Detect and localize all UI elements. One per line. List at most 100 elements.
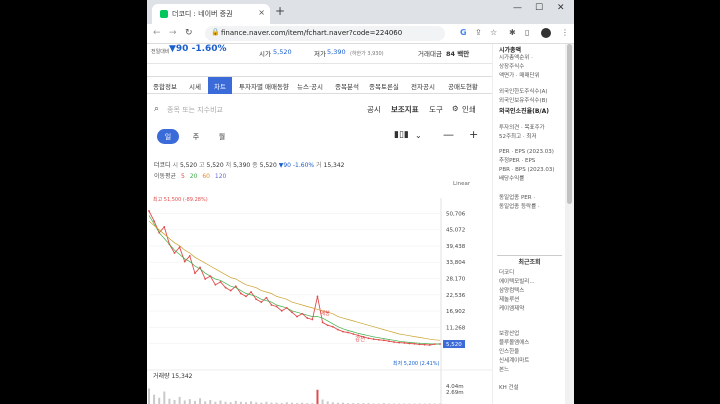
recent-item[interactable]: 제놀루션 (499, 296, 535, 305)
reload-icon[interactable]: ↻ (185, 28, 193, 38)
tab-news[interactable]: 뉴스·공시 (297, 81, 323, 91)
tab-short[interactable]: 공매도현황 (448, 81, 478, 91)
search-icon[interactable]: ⌕ (154, 104, 159, 114)
print-icon[interactable]: ⚙ (452, 104, 459, 113)
price-point (321, 321, 324, 324)
related-item[interactable]: 인스한울 (499, 348, 529, 357)
tab-disclosure[interactable]: 전자공시 (411, 81, 435, 91)
price-point (245, 295, 247, 298)
high-annotation: 최고 51,500 (-89.28%) (153, 196, 208, 203)
print-button[interactable]: 인쇄 (462, 104, 476, 115)
url-box[interactable]: 🔒 finance.naver.com/item/fchart.naver?co… (205, 26, 445, 41)
ma-5: 5 (181, 173, 185, 180)
related-item[interactable]: 블루몰엠에스 (499, 339, 529, 348)
foreign-ratio: 외국인소진율(B/A) (499, 108, 550, 115)
recent-item[interactable]: 케이엠제약 (499, 305, 535, 314)
volume-title: 거래량 15,342 (153, 372, 193, 380)
info-line: 배당수익률 (499, 176, 525, 182)
related-item[interactable]: KH 건설 (499, 384, 519, 393)
candle-type-icon[interactable]: ▮▯▮ (394, 130, 409, 140)
low-annotation: 최저 5,200 (2.41%) (393, 360, 440, 367)
back-icon[interactable]: ← (153, 28, 161, 38)
price-point (336, 328, 339, 331)
price-point (398, 341, 401, 344)
tab-discussion[interactable]: 종목토론실 (369, 81, 399, 91)
price-chart[interactable]: 50,706 45,072 39,438 33,804 28,170 22,536 16,9… (147, 184, 492, 404)
open-label: 시가 (259, 50, 271, 58)
info-line: 추정PER · EPS (499, 158, 536, 164)
scrollbar-thumb[interactable] (567, 44, 572, 204)
recent-views-title: 최근조회 (497, 255, 562, 266)
close-tab-icon[interactable]: × (258, 8, 265, 17)
related-item[interactable]: 신세계이마트 (499, 357, 529, 366)
page-scrollbar[interactable] (565, 44, 574, 404)
buy-signal-label: 매봉 (320, 309, 330, 317)
info-line: 동일업종 PER · (499, 195, 536, 201)
price-bar: 전일대비 ▼90 -1.60% 시가 5,520 저가 5,390 (하한가 3… (147, 44, 492, 64)
price-point (347, 331, 350, 334)
volume-bar (173, 400, 176, 404)
info-line: 상장주식수 (499, 64, 525, 70)
y-tick-label: 50,706 (446, 211, 466, 217)
star-icon[interactable]: ☆ (490, 28, 497, 37)
volume-bar (209, 400, 212, 404)
recent-item[interactable]: 더코디 (499, 269, 535, 278)
minimize-icon[interactable]: — (513, 3, 522, 13)
address-bar: ← → ↻ 🔒 finance.naver.com/item/fchart.na… (147, 24, 574, 44)
y-tick-label: 33,804 (446, 260, 466, 266)
price-point (204, 278, 207, 280)
indicator-button[interactable]: 보조지표 (391, 104, 419, 115)
open-value: 5,520 (273, 48, 292, 56)
extension-icon[interactable]: ✱ (509, 28, 516, 37)
price-point (393, 341, 395, 343)
zoom-in-icon[interactable]: + (469, 128, 478, 141)
volume-bar (321, 399, 324, 404)
price-point (296, 315, 298, 318)
price-point (209, 275, 212, 278)
period-month[interactable]: 월 (211, 129, 233, 144)
period-day[interactable]: 일 (157, 129, 179, 144)
price-point (270, 304, 273, 306)
period-week[interactable]: 주 (185, 129, 207, 144)
tab-price[interactable]: 시세 (189, 81, 201, 91)
close-window-icon[interactable]: ✕ (557, 3, 565, 13)
zoom-out-icon[interactable]: — (443, 128, 454, 141)
tab-investor[interactable]: 투자자별 매매동향 (239, 81, 289, 91)
sidepanel-icon[interactable]: ▯ (525, 28, 529, 37)
price-point (331, 325, 334, 328)
new-tab-icon[interactable]: + (275, 4, 285, 18)
google-icon[interactable]: G (460, 28, 467, 37)
browser-tab[interactable]: 더코디 : 네이버 증권 × (152, 4, 270, 24)
price-point (214, 283, 217, 286)
ohlc-low: 5,390 (233, 162, 251, 169)
price-point (285, 307, 288, 309)
related-item[interactable]: 본느 (499, 366, 529, 375)
price-point (234, 285, 237, 288)
recent-item[interactable]: 에이텍모빌리... (499, 278, 535, 287)
page-content: 전일대비 ▼90 -1.60% 시가 5,520 저가 5,390 (하한가 3… (147, 44, 492, 404)
sell-signal-label: 감천 (355, 335, 365, 343)
right-sidebar: 시가총액 시가총액순위 · 상장주식수 액면가 · 매매단위 외국인한도주식수(… (492, 44, 565, 404)
menu-icon[interactable]: ⋮ (561, 28, 569, 37)
chevron-down-icon[interactable]: ⌄ (415, 131, 422, 140)
y-tick-label: 11,268 (446, 325, 466, 331)
notice-button[interactable]: 공시 (367, 104, 381, 115)
price-point (408, 342, 411, 345)
info-line: 52주최고 · 최저 (499, 134, 537, 140)
forward-icon[interactable]: → (169, 28, 177, 38)
compare-search-input[interactable]: 종목 또는 지수비교 (167, 105, 223, 115)
share-icon[interactable]: ⇪ (475, 28, 482, 37)
price-point (352, 333, 355, 335)
tools-button[interactable]: 도구 (429, 104, 443, 115)
profile-avatar[interactable] (541, 28, 551, 38)
price-change: ▼90 -1.60% (169, 44, 227, 54)
price-point (173, 252, 176, 254)
tab-analysis[interactable]: 종목분석 (335, 81, 359, 91)
related-item[interactable]: 보광산업 (499, 330, 529, 339)
recent-item[interactable]: 삼양컴텍스 (499, 287, 535, 296)
tab-chart[interactable]: 차트 (208, 77, 232, 94)
maximize-icon[interactable]: ☐ (535, 3, 543, 13)
tab-summary[interactable]: 종합정보 (153, 81, 177, 91)
price-point (316, 295, 319, 298)
price-point (158, 231, 161, 234)
